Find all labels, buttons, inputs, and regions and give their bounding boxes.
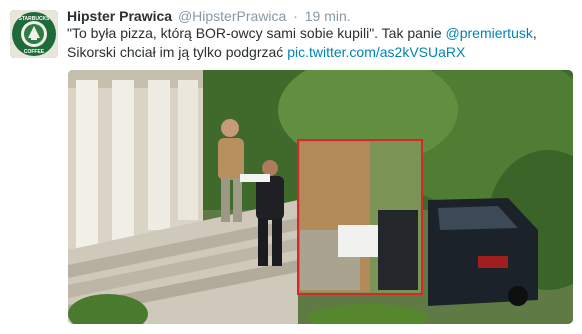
starbucks-logo-icon: STARBUCKS COFFEE bbox=[10, 10, 58, 58]
tweet-text-part2: , bbox=[532, 25, 537, 41]
photo-illustration bbox=[68, 70, 573, 324]
tweet-header: Hipster Prawica @HipsterPrawica · 19 min… bbox=[67, 7, 351, 25]
tweet: STARBUCKS COFFEE Hipster Prawica @Hipste… bbox=[0, 0, 582, 334]
mention-link[interactable]: @premiertusk bbox=[446, 25, 533, 41]
pic-link[interactable]: pic.twitter.com/as2kVSUaRX bbox=[287, 44, 465, 60]
avatar-text-top: STARBUCKS bbox=[18, 16, 50, 22]
author-handle[interactable]: @HipsterPrawica bbox=[178, 8, 286, 24]
tweet-text-line2: Sikorski chciał im ją tylko podgrzać bbox=[67, 44, 288, 60]
timestamp[interactable]: 19 min. bbox=[305, 8, 351, 24]
author-name[interactable]: Hipster Prawica bbox=[67, 8, 172, 24]
tweet-text: "To była pizza, którą BOR-owcy sami sobi… bbox=[67, 24, 572, 62]
avatar[interactable]: STARBUCKS COFFEE bbox=[10, 10, 58, 58]
avatar-text-bottom: COFFEE bbox=[24, 49, 45, 55]
separator: · bbox=[293, 8, 298, 24]
tweet-text-part1: "To była pizza, którą BOR-owcy sami sobi… bbox=[67, 25, 446, 41]
tweet-photo[interactable] bbox=[68, 70, 573, 324]
